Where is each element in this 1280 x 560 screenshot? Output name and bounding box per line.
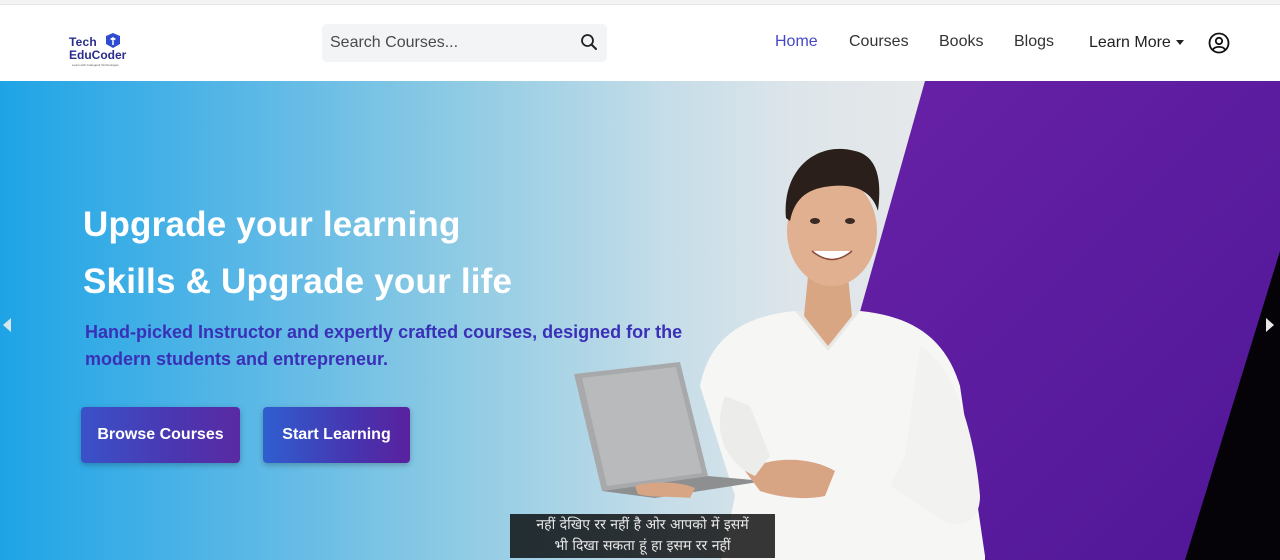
nav-courses[interactable]: Courses [849, 33, 909, 51]
start-learning-button[interactable]: Start Learning [263, 407, 410, 463]
nav-learn-more[interactable]: Learn More [1089, 34, 1171, 52]
caret-down-icon[interactable] [1176, 40, 1184, 45]
search-input[interactable] [322, 24, 572, 62]
nav-blogs[interactable]: Blogs [1014, 33, 1054, 51]
subtitle-line2: भी दिखा सकता हूं हा इसम रर नहीं [554, 538, 731, 554]
brand-line2: EduCoder [69, 48, 127, 62]
brand-tagline: Learn with Codegenit Technologies [72, 63, 119, 67]
browse-courses-button[interactable]: Browse Courses [81, 407, 240, 463]
navbar: Tech EduCoder Learn with Codegenit Techn… [0, 5, 1280, 81]
brand-mark-icon [106, 33, 120, 48]
search-icon[interactable] [580, 33, 598, 51]
carousel-next-icon[interactable] [1266, 318, 1274, 332]
brand-line1: Tech [69, 35, 97, 49]
brand-logo[interactable]: Tech EduCoder Learn with Codegenit Techn… [68, 32, 140, 72]
hero-title-line1: Upgrade your learning [83, 205, 461, 244]
hero-title-line2: Skills & Upgrade your life [83, 262, 513, 301]
search-box [322, 24, 607, 62]
hero-subtitle: Hand-picked Instructor and expertly craf… [85, 322, 683, 369]
carousel-prev-icon[interactable] [3, 318, 11, 332]
video-subtitle-overlay: नहीं देखिए रर नहीं है ओर आपको में इसमें … [510, 514, 775, 558]
nav-books[interactable]: Books [939, 33, 983, 51]
nav-home[interactable]: Home [775, 33, 818, 51]
subtitle-line1: नहीं देखिए रर नहीं है ओर आपको में इसमें [536, 517, 749, 533]
user-circle-icon[interactable] [1208, 32, 1230, 54]
hero-banner: Upgrade your learning Skills & Upgrade y… [0, 81, 1280, 560]
